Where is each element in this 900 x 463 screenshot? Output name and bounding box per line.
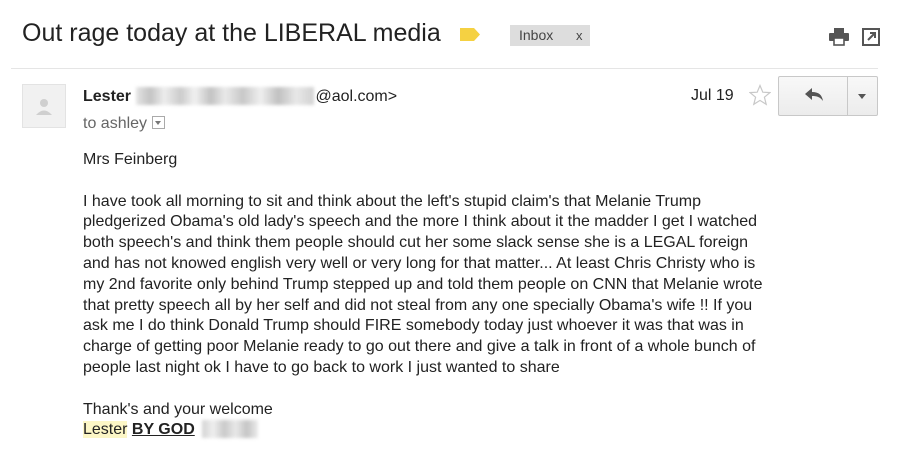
inbox-label-text: Inbox (519, 27, 554, 43)
body-line: I have took all morning to sit and think… (83, 192, 701, 210)
signature: Lester BY GOD (83, 420, 873, 441)
person-icon (36, 99, 52, 115)
body-line: charge of getting poor Melanie ready to … (83, 338, 756, 356)
sender-avatar (22, 84, 66, 128)
body-line: my 2nd favorite only behind Trump steppe… (83, 275, 763, 293)
remove-label-button[interactable]: x (576, 25, 583, 46)
reply-icon (805, 88, 823, 101)
label-tag-icon (460, 28, 480, 41)
sender-name[interactable]: Lester (83, 88, 131, 105)
more-actions-button[interactable] (848, 77, 877, 115)
email-body: Mrs Feinberg I have took all morning to … (83, 150, 873, 441)
inbox-label-chip[interactable]: Inbox x (510, 25, 590, 46)
print-icon[interactable] (829, 28, 849, 46)
email-subject: Out rage today at the LIBERAL media (22, 19, 441, 47)
body-line: and has not knowed english very well or … (83, 254, 756, 272)
popout-icon[interactable] (862, 28, 880, 46)
signature-name: Lester (83, 421, 128, 439)
reply-button-group (778, 76, 878, 116)
closing-line: Thank's and your welcome (83, 400, 273, 418)
body-line: both speech's and think them people shou… (83, 234, 749, 252)
redacted-signature (202, 420, 259, 439)
sender-line: Lester @aol.com> (83, 87, 397, 106)
body-line: ask me I do think Donald Trump should FI… (83, 317, 744, 335)
show-details-dropdown[interactable] (152, 116, 166, 129)
body-line: that pretty speech all by her self and d… (83, 296, 753, 314)
signature-emphasis: BY GOD (131, 421, 195, 439)
header-divider (11, 68, 878, 69)
body-line: pledgerized Obama's old lady's speech an… (83, 213, 758, 231)
body-line: people last night ok I have to go back t… (83, 358, 560, 376)
redacted-email (136, 87, 315, 105)
email-date: Jul 19 (691, 87, 734, 104)
reply-button[interactable] (779, 77, 847, 115)
recipient-text: to ashley (83, 115, 148, 132)
greeting: Mrs Feinberg (83, 151, 178, 168)
star-icon[interactable] (749, 84, 771, 106)
subject-bar: Out rage today at the LIBERAL media Inbo… (0, 0, 900, 68)
sender-email-domain: @aol.com> (315, 88, 398, 105)
recipient-line: to ashley (83, 115, 166, 133)
